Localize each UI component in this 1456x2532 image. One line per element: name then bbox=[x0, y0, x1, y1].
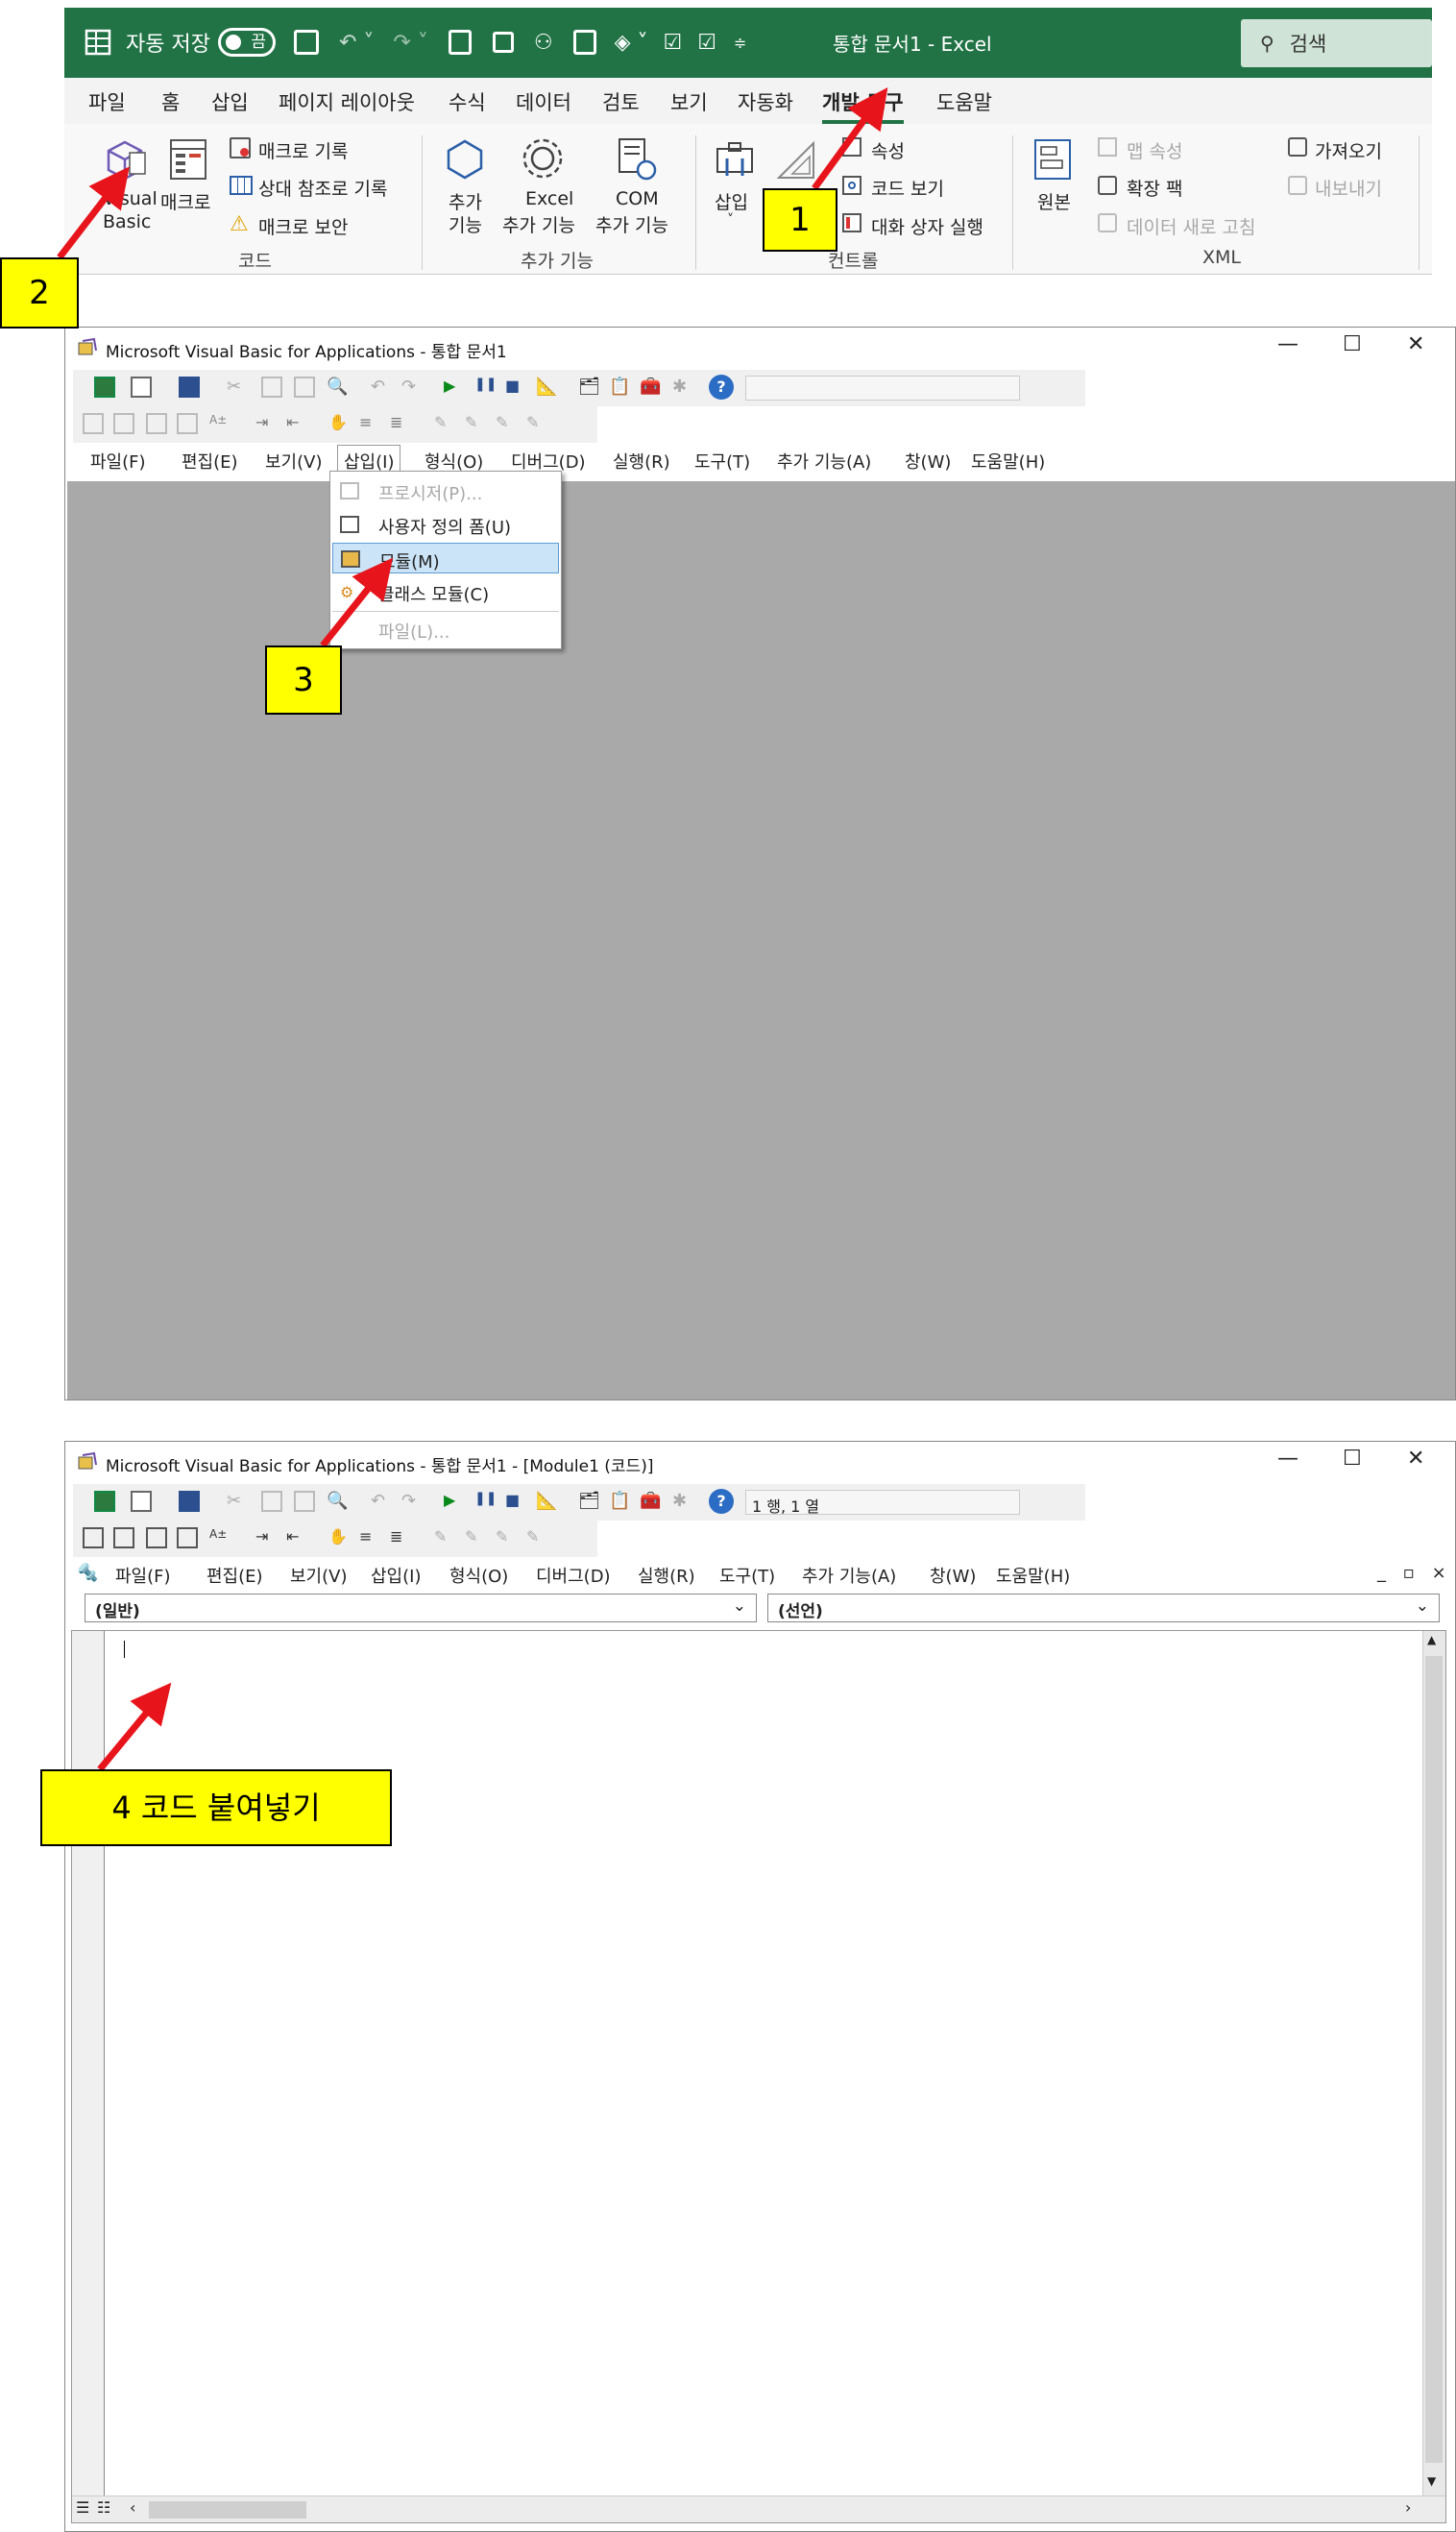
arrow-1 bbox=[812, 87, 888, 191]
annotation-arrows bbox=[57, 87, 888, 1772]
callout-2: 2 bbox=[0, 257, 79, 329]
arrow-4 bbox=[97, 1682, 172, 1772]
arrow-3 bbox=[320, 557, 394, 648]
callout-4: 4 코드 붙여넣기 bbox=[40, 1769, 392, 1846]
arrow-2 bbox=[57, 166, 130, 260]
callout-3: 3 bbox=[265, 645, 342, 715]
callout-1: 1 bbox=[763, 188, 837, 252]
